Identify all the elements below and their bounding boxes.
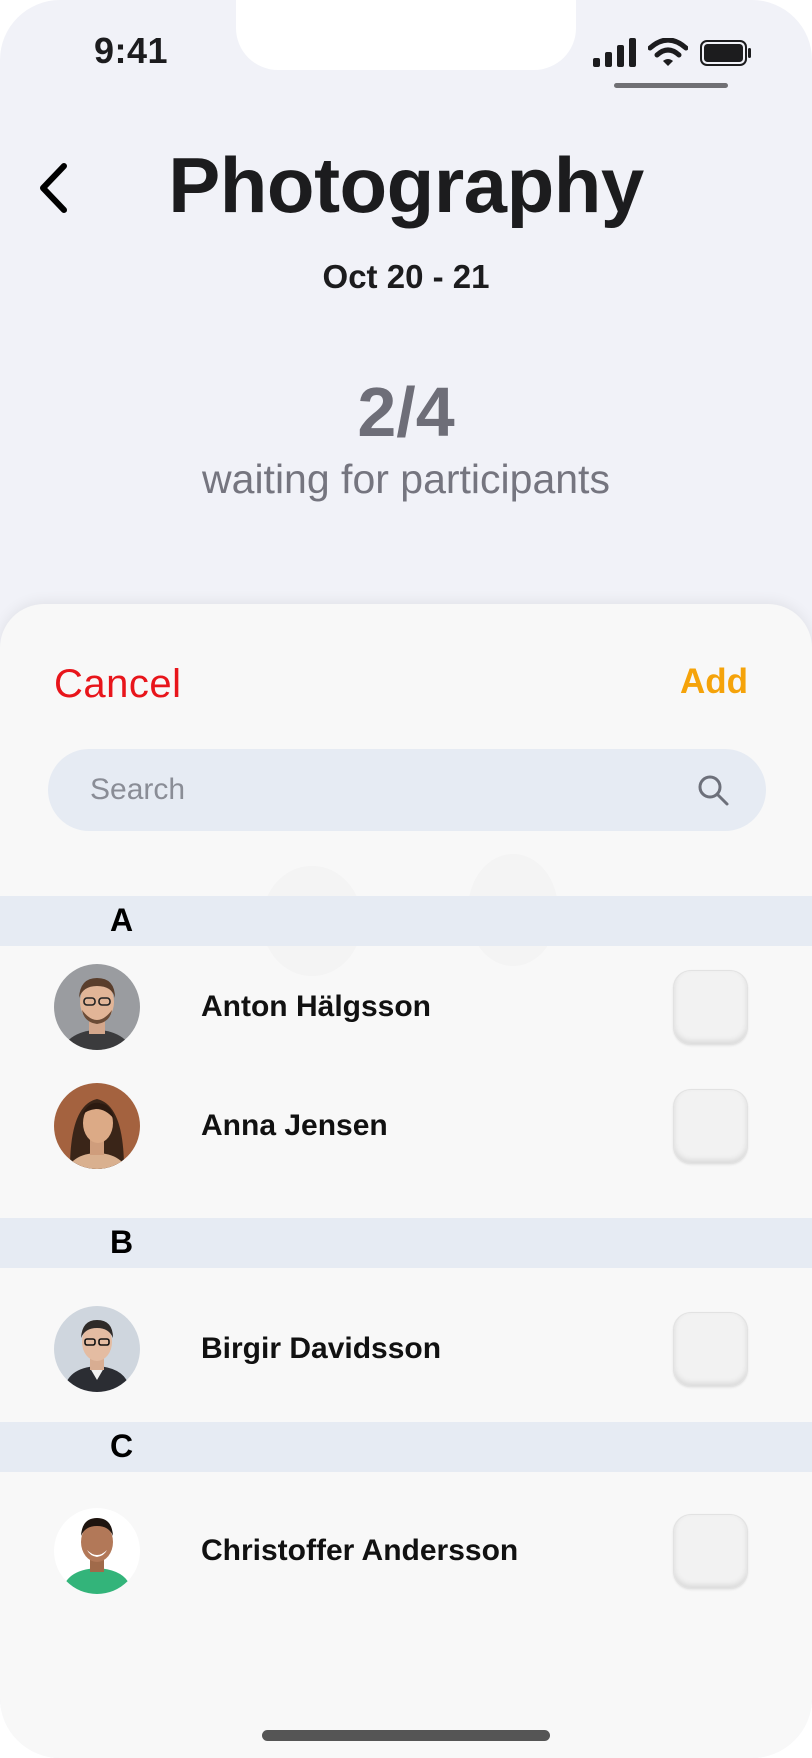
- contact-row[interactable]: Anna Jensen: [0, 1079, 812, 1175]
- select-checkbox[interactable]: [673, 1514, 748, 1589]
- date-range: Oct 20 - 21: [322, 258, 490, 295]
- add-button[interactable]: Add: [680, 662, 748, 702]
- signal-icon: [593, 38, 636, 67]
- home-indicator: [262, 1730, 550, 1741]
- section-header-c: C: [0, 1422, 812, 1472]
- avatar: [54, 1083, 140, 1169]
- select-checkbox[interactable]: [673, 970, 748, 1045]
- contact-name: Christoffer Andersson: [201, 1534, 519, 1567]
- contact-row[interactable]: Christoffer Andersson: [0, 1504, 812, 1600]
- top-grabber: [614, 83, 728, 88]
- contact-name: Birgir Davidsson: [201, 1332, 442, 1365]
- select-checkbox[interactable]: [673, 1312, 748, 1387]
- page-title: Photography: [168, 141, 644, 229]
- search-bar[interactable]: [48, 749, 766, 831]
- section-letter: B: [110, 1224, 134, 1260]
- section-letter: A: [110, 902, 134, 938]
- status-time: 9:41: [94, 30, 169, 71]
- battery-icon: [700, 40, 751, 66]
- notch: [236, 0, 576, 70]
- phone-screen: 9:41 Photography Oct 20 - 21 2/4 waiting…: [0, 0, 812, 1758]
- select-checkbox[interactable]: [673, 1089, 748, 1164]
- search-input[interactable]: [90, 749, 670, 831]
- avatar: [54, 964, 140, 1050]
- avatar: [54, 1306, 140, 1392]
- search-icon[interactable]: [696, 773, 730, 807]
- wifi-icon: [648, 38, 688, 66]
- cancel-button[interactable]: Cancel: [54, 662, 182, 707]
- participant-status-label: waiting for participants: [202, 456, 610, 502]
- section-header-b: B: [0, 1218, 812, 1268]
- participant-count: 2/4: [357, 373, 455, 451]
- section-letter: C: [110, 1428, 134, 1464]
- contact-row[interactable]: Birgir Davidsson: [0, 1302, 812, 1398]
- avatar: [54, 1508, 140, 1594]
- contact-row[interactable]: Anton Hälgsson: [0, 960, 812, 1056]
- contact-name: Anton Hälgsson: [201, 990, 431, 1023]
- add-participants-sheet: Cancel Add A: [0, 604, 812, 1758]
- section-header-a: A: [0, 896, 812, 946]
- contact-name: Anna Jensen: [201, 1109, 388, 1142]
